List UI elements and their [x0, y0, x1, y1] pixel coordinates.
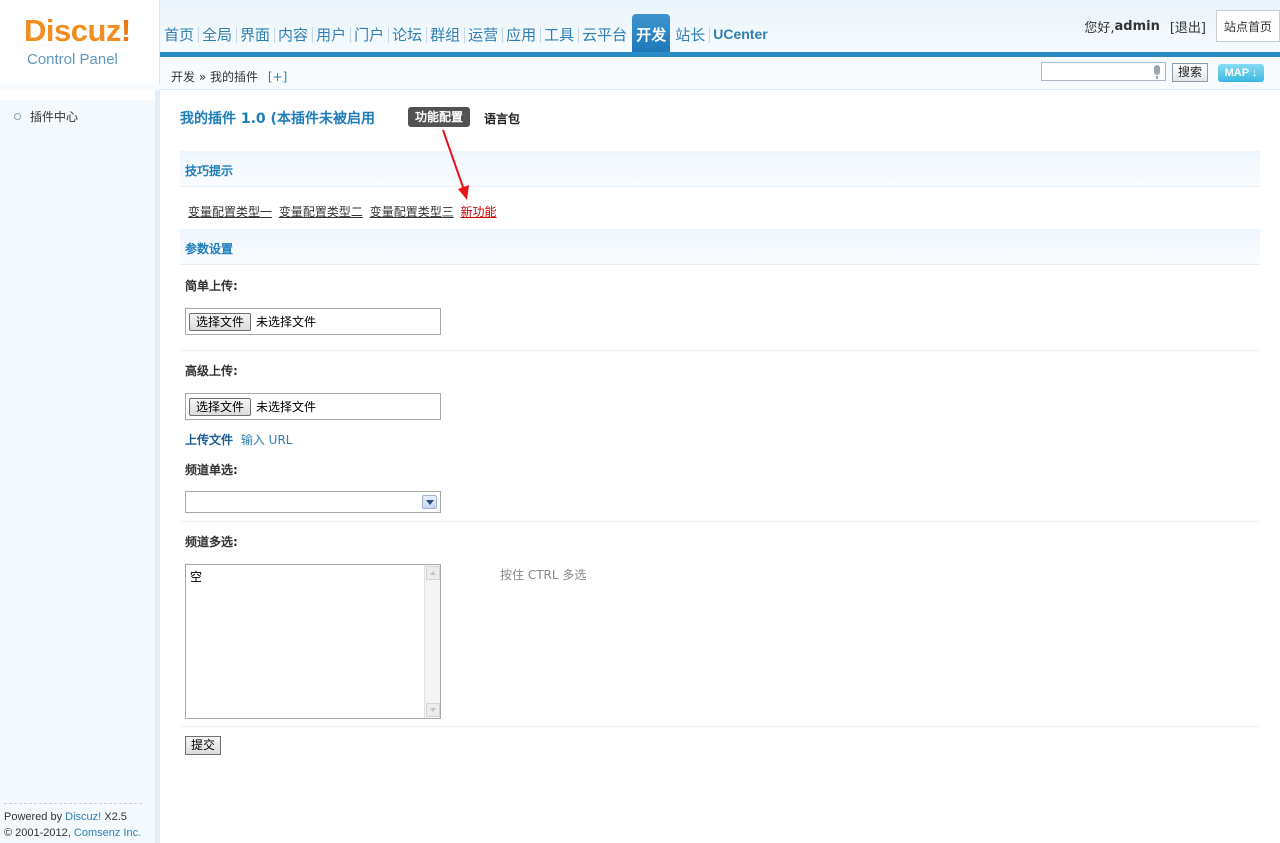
nav-apps[interactable]: 应用	[502, 14, 540, 54]
tab-function-config[interactable]: 功能配置	[408, 107, 471, 127]
nav-develop[interactable]: 开发	[632, 14, 671, 54]
footer-copyright: © 2001-2012, Comsenz Inc.	[4, 827, 142, 839]
sidebar-item-plugin-center[interactable]: 插件中心	[14, 108, 78, 125]
bullet-icon	[14, 113, 21, 120]
dropdown-arrow-icon[interactable]	[422, 495, 437, 509]
tips-links: 变量配置类型一 变量配置类型二 变量配置类型三 新功能	[188, 203, 500, 220]
breadcrumb: 开发 » 我的插件 [+]	[171, 68, 287, 85]
nav-content[interactable]: 内容	[274, 14, 312, 54]
advanced-upload-label: 高级上传:	[185, 364, 238, 378]
logo-subtitle: Control Panel	[27, 51, 118, 68]
nav-operation[interactable]: 运营	[464, 14, 502, 54]
row-divider	[180, 350, 1260, 351]
breadcrumb-separator: »	[198, 70, 207, 84]
tip-link-type-3[interactable]: 变量配置类型三	[370, 205, 454, 219]
user-bar: 您好, admin [退出] 站点首页	[1084, 10, 1280, 42]
tab-language-pack[interactable]: 语言包	[484, 110, 520, 127]
nav-forum[interactable]: 论坛	[388, 14, 426, 54]
sidebar-item-label: 插件中心	[30, 110, 79, 124]
main-content: 我的插件 1.0 (本插件未被启用 功能配置 语言包 技巧提示 变量配置类型一 …	[160, 90, 1280, 843]
tips-header: 技巧提示	[185, 164, 234, 178]
breadcrumb-page: 我的插件	[210, 70, 259, 84]
multi-select-hint: 按住 CTRL 多选	[500, 568, 587, 582]
logo[interactable]: Discuz! Control Panel	[0, 0, 160, 84]
nav-founder[interactable]: 站长	[671, 14, 709, 54]
breadcrumb-section[interactable]: 开发	[171, 70, 195, 84]
channel-multi-label: 频道多选:	[185, 535, 238, 549]
footer-powered: Powered by Discuz! X2.5	[4, 811, 127, 823]
channel-single-label: 频道单选:	[185, 463, 238, 477]
top-nav: 首页 全局 界面 内容 用户 门户 论坛 群组 运营 应用 工具 云平台 开发 …	[160, 14, 772, 54]
sub-bar: 开发 » 我的插件 [+] 搜索 MAP ↓	[160, 57, 1280, 90]
greeting-text: 您好,	[1084, 20, 1115, 36]
map-button[interactable]: MAP ↓	[1218, 64, 1264, 82]
sidebar: 插件中心 Powered by Discuz! X2.5 © 2001-2012…	[0, 90, 160, 843]
advanced-upload-field: 选择文件 未选择文件	[185, 393, 441, 420]
page-title: 我的插件 1.0 (本插件未被启用	[180, 111, 375, 127]
tips-section-header: 技巧提示	[180, 151, 1260, 187]
nav-portal[interactable]: 门户	[350, 14, 388, 54]
logo-brand: Discuz!	[24, 13, 131, 48]
nav-home[interactable]: 首页	[160, 14, 198, 54]
nav-style[interactable]: 界面	[236, 14, 274, 54]
nav-ucenter[interactable]: UCenter	[709, 14, 771, 54]
scroll-up-icon[interactable]	[426, 566, 440, 580]
footer-brand-link[interactable]: Discuz!	[65, 811, 101, 823]
submit-button[interactable]: 提交	[185, 736, 221, 755]
site-home-button[interactable]: 站点首页	[1215, 10, 1280, 42]
simple-upload-label: 简单上传:	[185, 279, 238, 293]
nav-users[interactable]: 用户	[312, 14, 350, 54]
channel-single-select[interactable]	[185, 491, 441, 513]
header: Discuz! Control Panel 首页 全局 界面 内容 用户 门户 …	[0, 0, 1280, 90]
tip-link-type-1[interactable]: 变量配置类型一	[188, 205, 272, 219]
tip-link-new-feature[interactable]: 新功能	[461, 205, 497, 219]
map-label: MAP	[1224, 67, 1249, 79]
advanced-upload-status: 未选择文件	[256, 400, 317, 414]
channel-multi-option[interactable]: 空	[190, 568, 202, 585]
nav-tools[interactable]: 工具	[540, 14, 578, 54]
simple-upload-field: 选择文件 未选择文件	[185, 308, 441, 335]
enter-url-link[interactable]: 输入 URL	[241, 433, 293, 447]
row-divider	[180, 726, 1260, 727]
logout-link[interactable]: [退出]	[1170, 17, 1206, 36]
arrow-down-icon: ↓	[1251, 67, 1258, 79]
tip-link-type-2[interactable]: 变量配置类型二	[279, 205, 363, 219]
simple-upload-status: 未选择文件	[256, 315, 317, 329]
simple-upload-choose-button[interactable]: 选择文件	[189, 313, 251, 331]
footer: Powered by Discuz! X2.5 © 2001-2012, Com…	[4, 803, 142, 841]
scroll-down-icon[interactable]	[426, 703, 440, 717]
search-button[interactable]: 搜索	[1172, 63, 1208, 82]
params-header: 参数设置	[185, 242, 234, 256]
footer-company-link[interactable]: Comsenz Inc.	[74, 827, 141, 839]
upload-mode-links: 上传文件 输入 URL	[185, 431, 292, 448]
user-name: admin	[1114, 18, 1160, 34]
channel-multi-select[interactable]: 空	[185, 564, 441, 719]
search-input[interactable]	[1041, 62, 1166, 81]
nav-global[interactable]: 全局	[198, 14, 236, 54]
scrollbar[interactable]	[424, 565, 440, 718]
microphone-icon[interactable]	[1154, 65, 1160, 79]
nav-cloud[interactable]: 云平台	[578, 14, 631, 54]
upload-file-link[interactable]: 上传文件	[185, 433, 233, 447]
sidebar-top-gap	[0, 90, 155, 100]
advanced-upload-choose-button[interactable]: 选择文件	[189, 398, 251, 416]
add-shortcut-button[interactable]: [+]	[268, 70, 287, 84]
row-divider	[180, 521, 1260, 522]
nav-group[interactable]: 群组	[426, 14, 464, 54]
params-section-header: 参数设置	[180, 229, 1260, 265]
